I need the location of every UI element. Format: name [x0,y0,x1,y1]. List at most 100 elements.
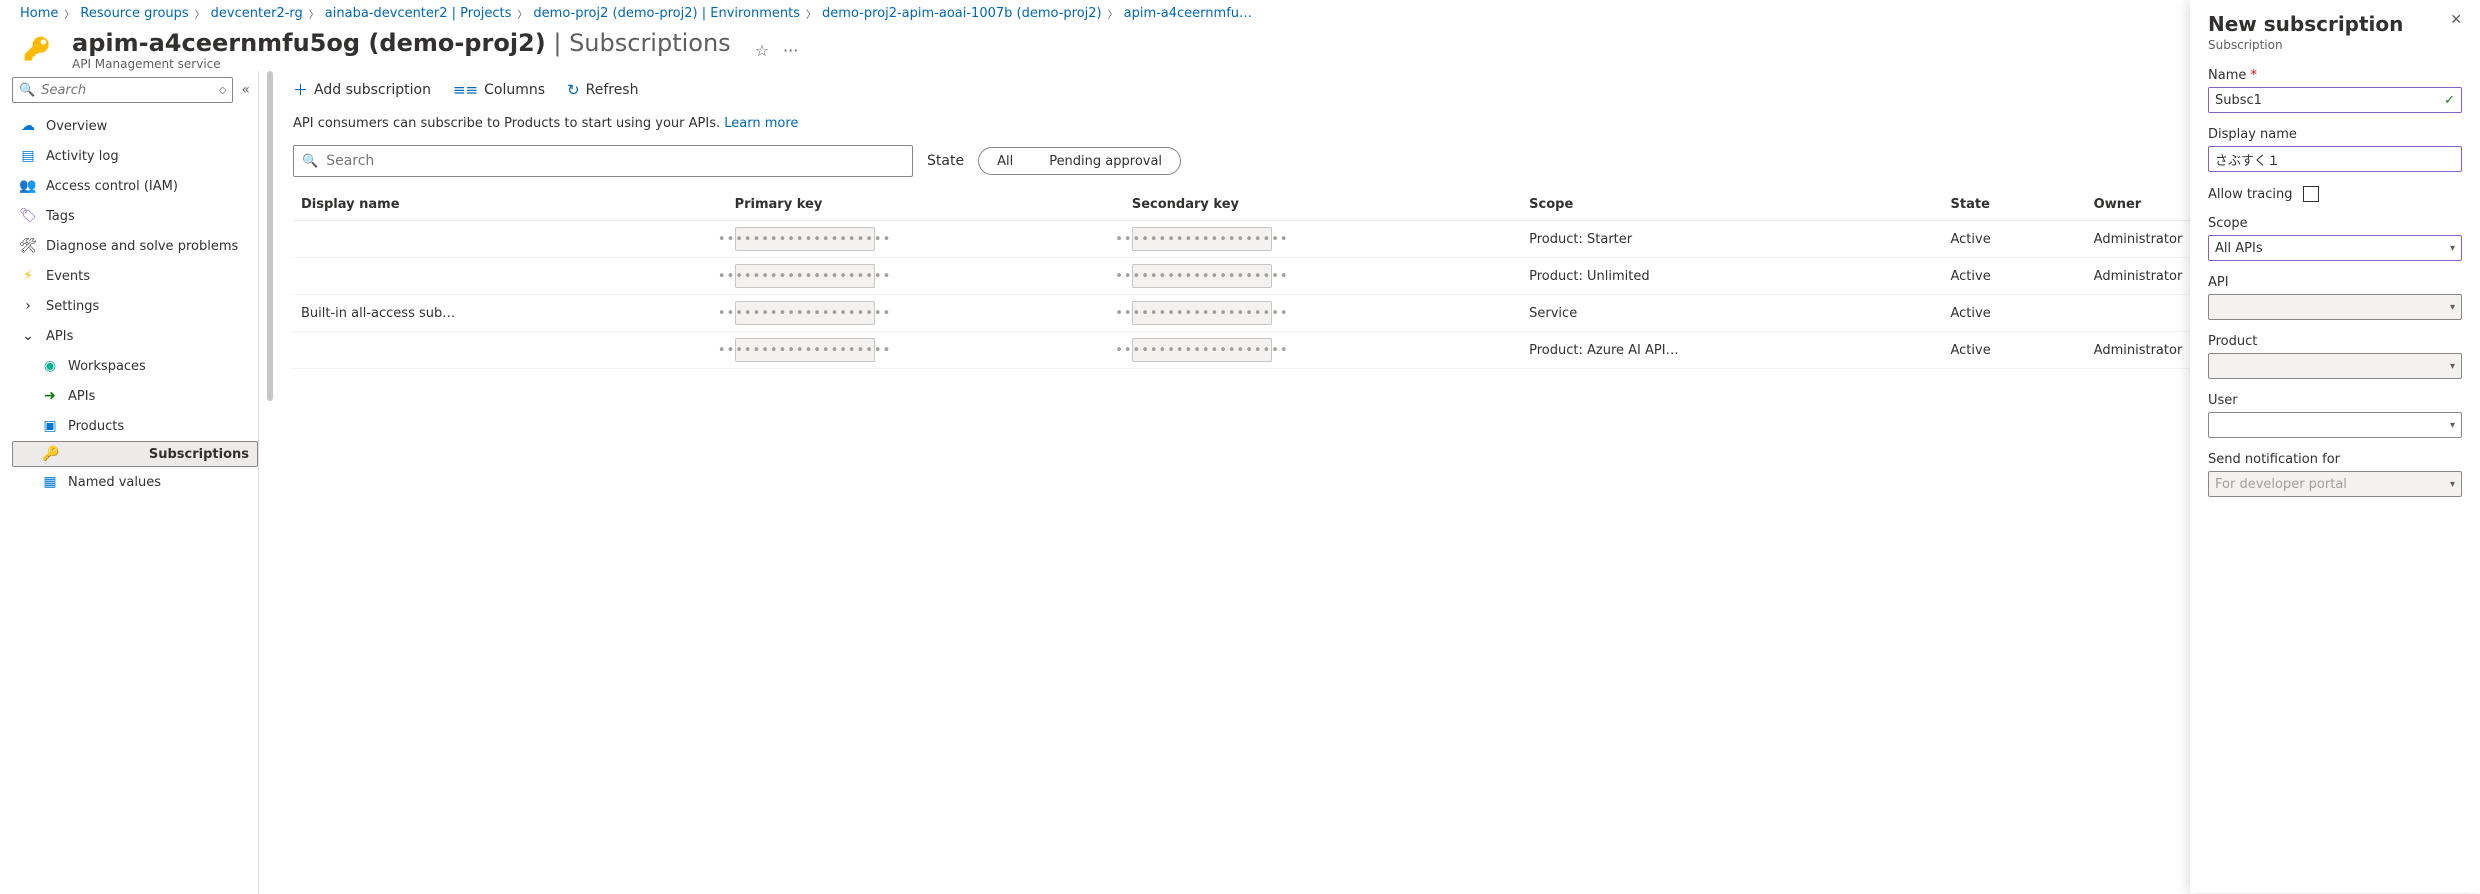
sidebar-search[interactable]: 🔍 ◇ [12,77,233,103]
table-search[interactable]: 🔍 [293,145,913,177]
crumb-current[interactable]: apim-a4ceernmfu… [1124,6,1252,21]
crumb-projects[interactable]: ainaba-devcenter2 | Projects [325,6,512,21]
subscriptions-table: Display name Primary key Secondary key S… [293,187,2464,369]
cell-scope: Product: Azure AI API… [1521,332,1942,369]
chevron-collapse-icon[interactable]: ◇ [219,85,227,96]
crumb-env[interactable]: demo-proj2 (demo-proj2) | Environments [533,6,800,21]
col-secondary-key[interactable]: Secondary key [1124,187,1521,221]
allow-tracing-label: Allow tracing [2208,187,2293,202]
intro-text: API consumers can subscribe to Products … [293,112,2464,145]
table-row[interactable]: •••••••••••••••••••• ••••••••••••••••••••… [293,258,2464,295]
col-primary-key[interactable]: Primary key [727,187,1124,221]
sidebar-item-workspaces[interactable]: ◉Workspaces [12,351,258,381]
crumb-apim-env[interactable]: demo-proj2-apim-aoai-1007b (demo-proj2) [822,6,1102,21]
col-display-name[interactable]: Display name [293,187,727,221]
close-icon[interactable]: ✕ [2450,12,2462,28]
favorite-icon[interactable]: ☆ [755,41,769,60]
crumb-devcenter-rg[interactable]: devcenter2-rg [211,6,303,21]
state-filter-pill: All Pending approval [978,147,1181,175]
search-icon: 🔍 [302,154,318,169]
sidebar-item-activity-log[interactable]: ▤Activity log [12,141,258,171]
chevron-right-icon: 〉 [193,6,207,21]
collapse-sidebar-icon[interactable]: « [241,82,250,98]
chevron-right-icon: 〉 [804,6,818,21]
chevron-down-icon: ▾ [2450,361,2455,372]
bolt-icon: ⚡ [20,268,36,284]
sidebar-item-events[interactable]: ⚡Events [12,261,258,291]
sidebar-item-diagnose[interactable]: 🛠Diagnose and solve problems [12,231,258,261]
scrollbar[interactable] [267,71,273,894]
more-icon[interactable]: ··· [783,41,798,60]
crumb-home[interactable]: Home [20,6,58,21]
state-filter-label: State [927,153,964,169]
refresh-button[interactable]: ↻Refresh [567,81,638,99]
sidebar-item-products[interactable]: ▣Products [12,411,258,441]
chevron-right-icon: 〉 [515,6,529,21]
title-section: Subscriptions [569,29,731,57]
service-type: API Management service [72,57,731,71]
chevron-right-icon: 〉 [1106,6,1120,21]
sidebar-item-overview[interactable]: ☁Overview [12,111,258,141]
name-field[interactable]: Subsc1✓ [2208,87,2462,113]
crumb-rg[interactable]: Resource groups [80,6,188,21]
workspace-icon: ◉ [42,358,58,374]
tag-icon: 🏷 [20,208,36,224]
sidebar-item-settings[interactable]: ›Settings [12,291,258,321]
title-resource: apim-a4ceernmfu5og (demo-proj2) [72,29,546,57]
user-select[interactable]: ▾ [2208,412,2462,438]
primary-key-masked[interactable]: •••••••••••••••••••• [735,338,875,362]
table-icon: ▦ [42,474,58,490]
sidebar-item-apis-group[interactable]: ⌄APIs [12,321,258,351]
sidebar-item-apis[interactable]: ➜APIs [12,381,258,411]
table-search-input[interactable] [324,152,904,170]
plus-icon: ＋ [293,79,308,100]
notification-select: For developer portal▾ [2208,471,2462,497]
secondary-key-masked[interactable]: •••••••••••••••••••• [1132,264,1272,288]
allow-tracing-checkbox[interactable] [2303,186,2319,202]
sidebar-item-tags[interactable]: 🏷Tags [12,201,258,231]
secondary-key-masked[interactable]: •••••••••••••••••••• [1132,301,1272,325]
new-subscription-panel: New subscription ✕ Subscription Name * S… [2190,0,2480,893]
state-filter-pending[interactable]: Pending approval [1031,154,1180,169]
search-icon: 🔍 [19,83,35,98]
sidebar-item-named-values[interactable]: ▦Named values [12,467,258,497]
sidebar-item-subscriptions[interactable]: 🔑Subscriptions [12,441,258,467]
command-bar: ＋Add subscription ≡≡Columns ↻Refresh [293,71,2464,112]
key-icon: 🔑 [43,446,59,462]
panel-subtitle: Subscription [2208,38,2462,52]
secondary-key-masked[interactable]: •••••••••••••••••••• [1132,338,1272,362]
panel-title: New subscription [2208,12,2403,36]
display-name-field[interactable]: さぶすく１ [2208,146,2462,172]
table-row[interactable]: •••••••••••••••••••• ••••••••••••••••••••… [293,221,2464,258]
col-scope[interactable]: Scope [1521,187,1942,221]
sidebar-search-input[interactable] [39,82,219,99]
chevron-right-icon: 〉 [62,6,76,21]
table-row[interactable]: •••••••••••••••••••• ••••••••••••••••••••… [293,332,2464,369]
chevron-right-icon: › [20,298,36,314]
primary-key-masked[interactable]: •••••••••••••••••••• [735,264,875,288]
cell-display-name: Built-in all-access sub… [293,295,727,332]
cell-state: Active [1943,332,2086,369]
scope-label: Scope [2208,216,2462,231]
chevron-down-icon: ▾ [2450,420,2455,431]
chevron-down-icon: ▾ [2450,479,2455,490]
primary-key-masked[interactable]: •••••••••••••••••••• [735,301,875,325]
add-subscription-button[interactable]: ＋Add subscription [293,79,431,100]
primary-key-masked[interactable]: •••••••••••••••••••• [735,227,875,251]
product-select: ▾ [2208,353,2462,379]
cell-scope: Product: Unlimited [1521,258,1942,295]
state-filter-all[interactable]: All [979,154,1031,169]
product-label: Product [2208,334,2462,349]
api-select: ▾ [2208,294,2462,320]
learn-more-link[interactable]: Learn more [724,116,798,131]
sidebar-item-iam[interactable]: 👥Access control (IAM) [12,171,258,201]
secondary-key-masked[interactable]: •••••••••••••••••••• [1132,227,1272,251]
key-icon [20,32,56,68]
chevron-down-icon: ⌄ [20,328,36,344]
scope-select[interactable]: All APIs▾ [2208,235,2462,261]
columns-button[interactable]: ≡≡Columns [453,81,545,99]
chevron-down-icon: ▾ [2450,243,2455,254]
cell-state: Active [1943,258,2086,295]
table-row[interactable]: Built-in all-access sub… ••••••••••••••••… [293,295,2464,332]
col-state[interactable]: State [1943,187,2086,221]
